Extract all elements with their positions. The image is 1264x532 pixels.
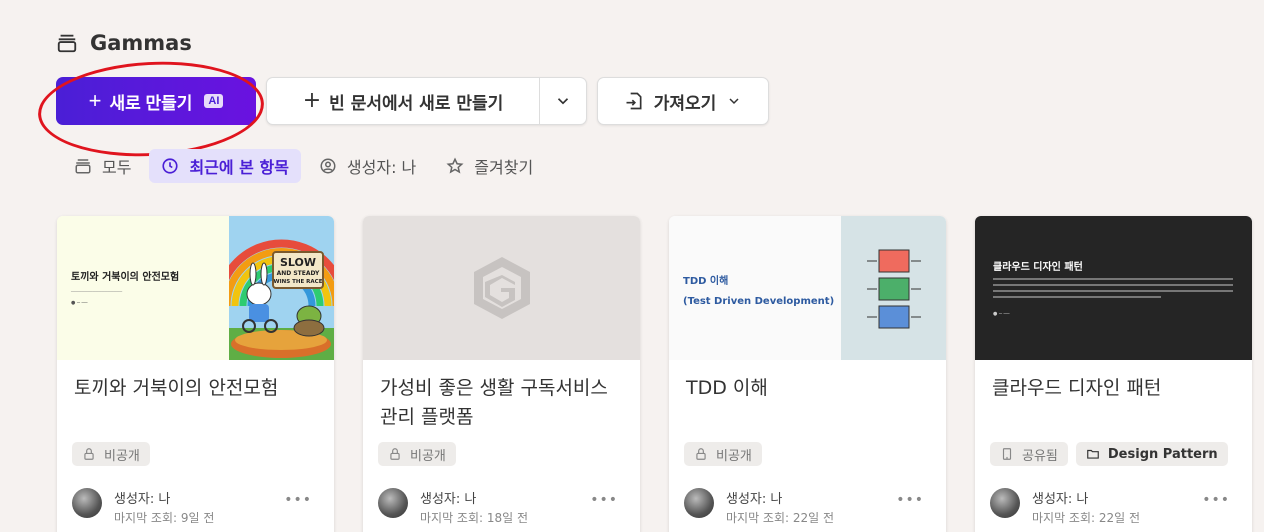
filter-created-by-me[interactable]: 생성자: 나 <box>307 149 428 183</box>
create-blank-label: 빈 문서에서 새로 만들기 <box>329 93 504 114</box>
lock-icon <box>696 448 706 460</box>
card-thumbnail: TDD 이해 (Test Driven Development) <box>669 216 946 360</box>
tag-row: 비공개 <box>684 442 762 466</box>
tag-row: 공유됨 Design Pattern <box>990 442 1228 466</box>
avatar <box>378 488 408 518</box>
filter-label: 모두 <box>102 158 132 177</box>
more-options-icon[interactable]: ••• <box>1202 492 1230 508</box>
lock-icon <box>84 448 94 460</box>
filter-label: 즐겨찾기 <box>474 158 534 177</box>
card-title: TDD 이해 <box>686 377 768 399</box>
more-options-icon[interactable]: ••• <box>284 492 312 508</box>
thumb-side-panel <box>841 216 946 360</box>
chevron-down-icon <box>557 98 569 105</box>
user-circle-icon <box>320 158 336 174</box>
gamma-card[interactable]: 토끼와 거북이의 안전모험 ───────────────── ● ─ ── S… <box>57 216 334 532</box>
gamma-card[interactable]: 가성비 좋은 생활 구독서비스 관리 플랫폼 비공개 생성자: 나 마지막 조회… <box>363 216 640 532</box>
chevron-down-icon <box>729 98 739 105</box>
plus-icon: + <box>302 88 322 113</box>
thumb-subtitle-line: (Test Driven Development) <box>683 296 835 307</box>
tag-label: 비공개 <box>410 448 446 464</box>
thumb-body-lines <box>993 278 1233 302</box>
thumb-title: TDD 이해 (Test Driven Development) <box>683 272 834 312</box>
card-title: 가성비 좋은 생활 구독서비스 관리 플랫폼 <box>380 377 608 428</box>
plus-icon: + <box>88 88 102 113</box>
tag-label: 비공개 <box>716 448 752 464</box>
card-meta: 생성자: 나 마지막 조회: 18일 전 <box>378 488 528 526</box>
thumb-byline: ● ─ ── <box>993 311 1010 317</box>
avatar <box>72 488 102 518</box>
tag-row: 비공개 <box>378 442 456 466</box>
thumb-subtext: ───────────────── <box>71 289 123 295</box>
tag-label: 공유됨 <box>1022 448 1058 464</box>
tag-folder[interactable]: Design Pattern <box>1075 442 1228 466</box>
gamma-card[interactable]: TDD 이해 (Test Driven Development) TDD 이해 <box>669 216 946 532</box>
create-blank-dropdown-button[interactable] <box>539 78 586 124</box>
tag-label: Design Pattern <box>1107 446 1218 462</box>
tag-private: 비공개 <box>378 442 456 466</box>
sign-steady: AND STEADY <box>277 270 320 277</box>
lock-icon <box>390 448 400 460</box>
thumb-title-line: TDD 이해 <box>683 276 729 287</box>
sign-slow: SLOW <box>280 256 316 269</box>
page-header: Gammas <box>56 28 192 58</box>
filter-recent[interactable]: 최근에 본 항목 <box>149 149 301 183</box>
card-last-viewed: 마지막 조회: 9일 전 <box>114 511 215 525</box>
thumb-title: 클라우드 디자인 패턴 <box>993 262 1083 273</box>
card-author: 생성자: 나 <box>726 492 783 507</box>
import-icon <box>626 92 642 110</box>
card-thumbnail <box>363 216 640 360</box>
more-options-icon[interactable]: ••• <box>896 492 924 508</box>
import-label: 가져오기 <box>653 93 717 113</box>
create-blank-button[interactable]: + 빈 문서에서 새로 만들기 <box>267 78 539 124</box>
card-title: 클라우드 디자인 패턴 <box>992 377 1162 399</box>
folder-icon <box>1087 449 1099 459</box>
create-label: 새로 만들기 <box>109 93 193 113</box>
clock-icon <box>162 158 179 174</box>
card-grid: 토끼와 거북이의 안전모험 ───────────────── ● ─ ── S… <box>57 216 1252 532</box>
card-author: 생성자: 나 <box>114 492 171 507</box>
card-last-viewed: 마지막 조회: 18일 전 <box>420 511 529 525</box>
tag-row: 비공개 <box>72 442 150 466</box>
create-blank-split-button: + 빈 문서에서 새로 만들기 <box>266 77 587 125</box>
page-title: Gammas <box>90 31 192 55</box>
gamma-logo-icon <box>473 257 530 319</box>
card-thumbnail: 토끼와 거북이의 안전모험 ───────────────── ● ─ ── S… <box>57 216 334 360</box>
action-row: + 새로 만들기 AI + 빈 문서에서 새로 만들기 가져오기 <box>56 77 769 125</box>
building-icon <box>1002 448 1012 460</box>
tag-label: 비공개 <box>104 448 140 464</box>
star-icon <box>446 157 464 174</box>
card-thumbnail: 클라우드 디자인 패턴 ● ─ ── <box>975 216 1252 360</box>
filter-all[interactable]: 모두 <box>62 149 143 183</box>
card-last-viewed: 마지막 조회: 22일 전 <box>1032 511 1141 525</box>
card-meta: 생성자: 나 마지막 조회: 9일 전 <box>72 488 214 526</box>
filter-label: 최근에 본 항목 <box>189 158 289 177</box>
card-meta: 생성자: 나 마지막 조회: 22일 전 <box>990 488 1140 526</box>
filter-favorites[interactable]: 즐겨찾기 <box>434 149 545 183</box>
stack-icon <box>75 159 91 174</box>
ai-badge: AI <box>204 94 224 108</box>
tag-shared: 공유됨 <box>990 442 1068 466</box>
import-button[interactable]: 가져오기 <box>597 77 769 125</box>
sign-race: WINS THE RACE <box>274 279 323 285</box>
card-meta: 생성자: 나 마지막 조회: 22일 전 <box>684 488 834 526</box>
avatar <box>990 488 1020 518</box>
card-author: 생성자: 나 <box>1032 492 1089 507</box>
more-options-icon[interactable]: ••• <box>590 492 618 508</box>
filter-tabs: 모두 최근에 본 항목 생성자: 나 즐겨찾기 <box>62 149 545 183</box>
create-new-ai-button[interactable]: + 새로 만들기 AI <box>56 77 256 125</box>
gamma-card[interactable]: 클라우드 디자인 패턴 ● ─ ── 클라우드 디자인 패턴 공유됨 Desig… <box>975 216 1252 532</box>
card-author: 생성자: 나 <box>420 492 477 507</box>
tag-private: 비공개 <box>72 442 150 466</box>
rabbit-turtle-illustration: SLOW AND STEADY WINS THE RACE <box>229 216 334 360</box>
avatar <box>684 488 714 518</box>
card-title: 토끼와 거북이의 안전모험 <box>74 377 279 399</box>
card-last-viewed: 마지막 조회: 22일 전 <box>726 511 835 525</box>
thumb-title: 토끼와 거북이의 안전모험 <box>71 272 180 283</box>
stack-icon <box>57 34 77 53</box>
filter-label: 생성자: 나 <box>346 158 417 177</box>
tag-private: 비공개 <box>684 442 762 466</box>
thumb-byline: ● ─ ── <box>71 300 88 306</box>
cubes-diagram <box>867 249 921 329</box>
